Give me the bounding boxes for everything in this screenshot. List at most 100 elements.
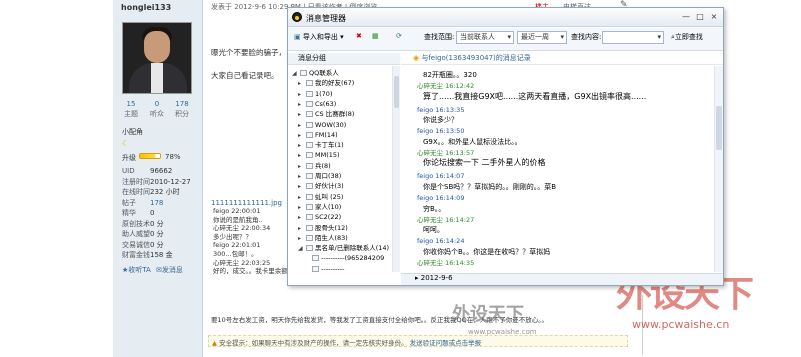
user-detail-row: 精华 0 [122,208,202,218]
group-label: 陌生人(83) [315,233,348,242]
excel-export-icon[interactable]: ▦ [372,32,379,40]
stat-topics[interactable]: 15 主题 [119,99,143,119]
group-label: 1(70) [315,89,333,98]
group-icon [306,203,313,210]
search-input[interactable] [602,31,664,44]
search-button[interactable]: ⌕立即查找 [671,32,703,42]
moon-icon: ☾ [122,139,130,148]
quoted-chat: feigo 22:00:01 你说的是航我角.. 心碎无尘 22:00:34 多少出呢… [213,207,293,276]
range-label: 查找范围: [424,33,455,41]
group-item[interactable]: ---------- [304,264,344,272]
attachment-link[interactable]: 1111111111111.jpg [211,199,282,207]
detail-value: 0 [150,209,155,217]
group-label: 黑名单/已删除联系人(14) [315,244,390,253]
quote-line: 多少出呢？？ [213,232,252,241]
post-text-line: 曝光个不要脸的骗子， [211,48,286,57]
group-icon [306,131,313,138]
message-sender-time: feigo 16:14:24 [417,237,465,246]
detail-key: 原创技术 [122,219,150,228]
message-sender-time: 心碎无尘 16:12:42 [417,82,475,90]
close-button[interactable]: × [709,12,719,22]
group-label: 周口(38) [315,172,342,180]
stat-listeners[interactable]: 0 听众 [145,99,169,119]
group-icon [306,214,313,221]
group-label: 我的好友(67) [315,79,355,88]
watermark-logo-small: 外设天下 [452,304,524,325]
delete-icon[interactable]: ✖ [356,32,362,40]
group-label: MM(15) [315,151,340,160]
user-detail-row: 助人威望0 分 [122,229,202,239]
detail-key: 注册时间 [122,177,150,186]
group-icon [300,70,307,76]
user-detail-row: UID 96662 [122,166,202,176]
groups-tree[interactable]: ◢ QQ联系人 ▸ 我的好友(67) ▸ 1(70) ▸ Cs(63) ▸ CS 比赛群(8) ▸ W… [288,66,400,272]
message-sender-time: feigo 16:14:07 [417,172,465,181]
post-text-line: 大家自己看记录吧。 [211,71,279,80]
groups-header: 消息分组 [288,53,400,65]
message-manager-window[interactable]: 消息管理器 — □ × ▣ 导入和导出 ▾ ✖ ▦ ⟳ 查找范围: 当前联系人 … [287,7,724,286]
group-icon [306,90,313,97]
detail-value: 158 金 [150,251,173,259]
detail-value: 2010-12-27 [150,177,191,186]
import-export-button[interactable]: ▣ 导入和导出 ▾ [294,32,344,42]
group-label: 家人(10) [315,202,342,211]
range-select[interactable]: 当前联系人 [456,31,514,44]
user-detail-row: 交易诚信0 分 [122,240,202,250]
stat-points[interactable]: 178 积分 [170,99,194,119]
group-label: ----------(965284209 [321,254,385,263]
group-label: 股骨头(12) [315,223,348,232]
toolbar: ▣ 导入和导出 ▾ ✖ ▦ ⟳ 查找范围: 当前联系人 最近一周 查找内容: ⌕… [288,28,723,51]
detail-value[interactable]: 178 [150,199,163,207]
group-icon [306,162,313,169]
quote-line: feigo 22:00:01 [213,207,261,215]
watermark-url-small: www.pcwaishe.com [468,328,537,336]
group-icon [306,121,313,128]
chat-scrollbar[interactable] [714,66,723,272]
user-detail-row: 帖子 178 [122,198,202,208]
group-icon [306,152,313,159]
groups-scrollbar[interactable] [392,66,400,272]
window-titlebar[interactable]: 消息管理器 — □ × [288,8,723,27]
message-text: G9X。。和外星人鼠标没法比。。 [423,137,522,146]
level-percent: 78% [165,153,181,161]
group-icon [306,142,313,149]
message-text: 呵呵。 [423,226,444,235]
group-icon [306,80,313,87]
watermark-url: www.pcwaishe.cn [632,318,730,331]
quote-line: 300...包邮！。 [213,249,258,258]
group-label: 好伙计(3) [315,182,344,191]
username[interactable]: honglei133 [121,3,171,12]
message-text: 82开瓶圈。。320 [423,71,477,79]
group-label: CS 比赛群(8) [315,110,355,119]
send-message-link[interactable]: 发消息 [162,266,183,274]
follow-link[interactable]: ★收听TA ✉发消息 [122,265,183,275]
level-label: 升级 [122,154,136,162]
detail-key: 交易诚信 [122,240,150,249]
message-text: 算了......我直接G9X吧......这两天看直播，G9X出镜率很高....… [423,91,647,101]
avatar[interactable] [122,22,192,94]
content-label: 查找内容: [571,33,602,41]
chat-history[interactable]: 82开瓶圈。。320 心碎无尘 16:12:42 算了......我直接G9X吧..… [401,66,714,272]
detail-key: 在线时间 [122,188,150,196]
refresh-icon[interactable]: ⟳ [396,32,402,40]
period-select[interactable]: 最近一周 [517,31,567,44]
warning-icon: ▲ [212,339,217,347]
calendar-icon: ▸ [415,274,419,282]
quote-line: feigo 22:01:01 [213,241,261,250]
group-icon [306,224,313,231]
chat-date-footer: ▸ 2012-9-6 [401,273,723,285]
group-label: QQ联系人 [309,69,339,77]
detail-key: UID [122,167,135,175]
report-link[interactable]: 发送验证问题或点击举报 [410,339,482,346]
group-icon [306,245,313,252]
quote-line: 好的，成交。。我卡里余额好像不够了。 [213,267,293,276]
window-title: 消息管理器 [306,14,346,23]
detail-value: 0 分 [150,240,164,249]
detail-key: 财富金钱 [122,251,150,259]
group-label: 虬叫 (25) [315,192,344,201]
group-label: SC2(22) [315,213,342,222]
maximize-button[interactable]: □ [695,12,705,22]
minimize-button[interactable]: — [681,12,691,22]
group-icon [306,183,313,190]
user-detail-row: 原创技术0 分 [122,219,202,229]
